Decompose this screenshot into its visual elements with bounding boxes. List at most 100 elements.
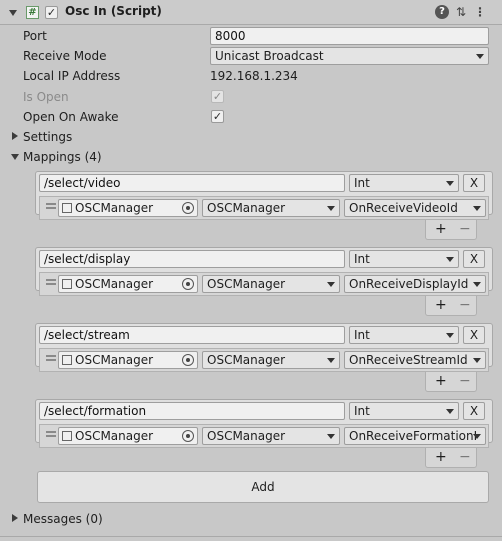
drag-handle-icon[interactable] xyxy=(46,431,56,437)
open-on-awake-label: Open On Awake xyxy=(23,110,119,124)
value-type-dropdown[interactable]: Int xyxy=(349,402,459,420)
event-row: OSCManager OSCManager OnReceiveDisplayId xyxy=(39,272,489,296)
add-event-button[interactable]: + xyxy=(435,449,447,465)
collapse-arrow-icon[interactable] xyxy=(9,10,17,16)
settings-foldout[interactable]: Settings xyxy=(23,130,72,144)
chevron-down-icon xyxy=(473,434,481,439)
component-label: OSCManager xyxy=(207,277,286,291)
messages-expand-icon[interactable] xyxy=(12,514,18,522)
target-object-field[interactable]: OSCManager xyxy=(58,275,198,293)
remove-mapping-button[interactable]: X xyxy=(463,326,485,344)
method-label: OnReceiveDisplayId xyxy=(349,277,469,291)
event-plus-minus: + − xyxy=(425,220,477,240)
component-dropdown[interactable]: OSCManager xyxy=(202,427,340,445)
method-label: OnReceiveVideoId xyxy=(349,201,458,215)
event-plus-minus: + − xyxy=(425,448,477,468)
drag-handle-icon[interactable] xyxy=(46,355,56,361)
remove-event-button[interactable]: − xyxy=(459,297,471,313)
component-dropdown[interactable]: OSCManager xyxy=(202,351,340,369)
help-icon[interactable]: ? xyxy=(435,5,449,19)
component-dropdown[interactable]: OSCManager xyxy=(202,199,340,217)
method-dropdown[interactable]: OnReceiveDisplayId xyxy=(344,275,486,293)
remove-event-button[interactable]: − xyxy=(459,373,471,389)
bottom-divider xyxy=(0,536,502,537)
event-plus-minus: + − xyxy=(425,296,477,316)
target-object-name: OSCManager xyxy=(75,277,154,291)
component-dropdown[interactable]: OSCManager xyxy=(202,275,340,293)
gameobject-icon xyxy=(62,355,72,365)
receive-mode-value: Unicast Broadcast xyxy=(215,49,324,63)
chevron-down-icon xyxy=(327,206,335,211)
remove-mapping-button[interactable]: X xyxy=(463,174,485,192)
osc-address-input[interactable]: /select/video xyxy=(39,174,345,192)
osc-address-input[interactable]: /select/formation xyxy=(39,402,345,420)
value-type-label: Int xyxy=(354,328,370,342)
chevron-down-icon xyxy=(446,181,454,186)
chevron-down-icon xyxy=(446,333,454,338)
receive-mode-label: Receive Mode xyxy=(23,49,107,63)
method-dropdown[interactable]: OnReceiveStreamId xyxy=(344,351,486,369)
is-open-label: Is Open xyxy=(23,90,69,104)
target-object-field[interactable]: OSCManager xyxy=(58,199,198,217)
object-picker-icon[interactable] xyxy=(182,202,194,214)
target-object-field[interactable]: OSCManager xyxy=(58,351,198,369)
osc-address-input[interactable]: /select/display xyxy=(39,250,345,268)
method-dropdown[interactable]: OnReceiveVideoId xyxy=(344,199,486,217)
value-type-dropdown[interactable]: Int xyxy=(349,250,459,268)
messages-foldout[interactable]: Messages (0) xyxy=(23,512,103,526)
drag-handle-icon[interactable] xyxy=(46,203,56,209)
chevron-down-icon xyxy=(327,358,335,363)
value-type-label: Int xyxy=(354,404,370,418)
remove-event-button[interactable]: − xyxy=(459,449,471,465)
port-input[interactable]: 8000 xyxy=(210,27,489,45)
chevron-down-icon xyxy=(473,282,481,287)
gameobject-icon xyxy=(62,279,72,289)
remove-event-button[interactable]: − xyxy=(459,221,471,237)
osc-address-input[interactable]: /select/stream xyxy=(39,326,345,344)
object-picker-icon[interactable] xyxy=(182,278,194,290)
add-event-button[interactable]: + xyxy=(435,221,447,237)
target-object-name: OSCManager xyxy=(75,353,154,367)
drag-handle-icon[interactable] xyxy=(46,279,56,285)
component-header: # ✓ Osc In (Script) ? ⇅ ⋮ xyxy=(0,0,502,25)
target-object-field[interactable]: OSCManager xyxy=(58,427,198,445)
receive-mode-dropdown[interactable]: Unicast Broadcast xyxy=(210,47,489,65)
component-enabled-checkbox[interactable]: ✓ xyxy=(45,6,58,19)
mapping-item: /select/display Int X OSCManager OSCMana… xyxy=(35,247,493,296)
object-picker-icon[interactable] xyxy=(182,354,194,366)
remove-mapping-button[interactable]: X xyxy=(463,250,485,268)
event-row: OSCManager OSCManager OnReceiveVideoId xyxy=(39,196,489,220)
open-on-awake-checkbox[interactable]: ✓ xyxy=(211,110,224,123)
local-ip-label: Local IP Address xyxy=(23,69,121,83)
event-plus-minus: + − xyxy=(425,372,477,392)
preset-icon[interactable]: ⇅ xyxy=(454,5,468,19)
mapping-item: /select/formation Int X OSCManager OSCMa… xyxy=(35,399,493,448)
chevron-down-icon xyxy=(473,358,481,363)
method-label: OnReceiveFormationI xyxy=(349,429,478,443)
mapping-item: /select/stream Int X OSCManager OSCManag… xyxy=(35,323,493,372)
gameobject-icon xyxy=(62,203,72,213)
settings-expand-icon[interactable] xyxy=(12,132,18,140)
remove-mapping-button[interactable]: X xyxy=(463,402,485,420)
chevron-down-icon xyxy=(446,257,454,262)
chevron-down-icon xyxy=(327,434,335,439)
chevron-down-icon xyxy=(476,54,484,59)
component-title: Osc In (Script) xyxy=(65,4,162,18)
add-mapping-button[interactable]: Add xyxy=(37,471,489,503)
value-type-label: Int xyxy=(354,252,370,266)
port-label: Port xyxy=(23,29,47,43)
add-event-button[interactable]: + xyxy=(435,297,447,313)
mappings-foldout[interactable]: Mappings (4) xyxy=(23,150,102,164)
chevron-down-icon xyxy=(473,206,481,211)
value-type-label: Int xyxy=(354,176,370,190)
method-label: OnReceiveStreamId xyxy=(349,353,468,367)
method-dropdown[interactable]: OnReceiveFormationI xyxy=(344,427,486,445)
value-type-dropdown[interactable]: Int xyxy=(349,174,459,192)
event-row: OSCManager OSCManager OnReceiveFormation… xyxy=(39,424,489,448)
value-type-dropdown[interactable]: Int xyxy=(349,326,459,344)
mappings-collapse-icon[interactable] xyxy=(11,154,19,160)
add-event-button[interactable]: + xyxy=(435,373,447,389)
object-picker-icon[interactable] xyxy=(182,430,194,442)
more-options-icon[interactable]: ⋮ xyxy=(473,5,487,19)
chevron-down-icon xyxy=(446,409,454,414)
